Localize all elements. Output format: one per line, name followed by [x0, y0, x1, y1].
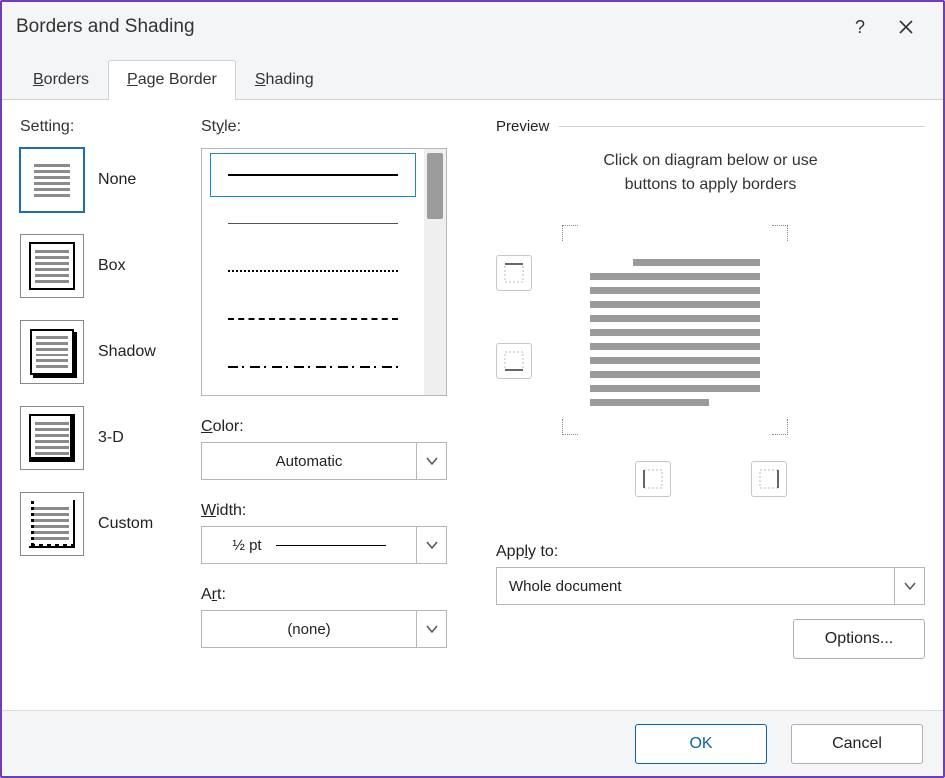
setting-shadow-icon	[20, 320, 84, 384]
setting-custom-label: Custom	[98, 515, 153, 533]
ok-button[interactable]: OK	[635, 724, 767, 764]
art-dropdown-button[interactable]	[416, 611, 446, 647]
apply-to-dropdown-button[interactable]	[894, 568, 924, 604]
width-value: ½ pt	[202, 537, 416, 554]
preview-corner-tl	[562, 225, 578, 241]
setting-column: Setting: None Box Shadow	[20, 118, 195, 702]
preview-label: Preview	[496, 118, 549, 135]
preview-corner-br	[772, 419, 788, 435]
apply-to-value: Whole document	[497, 578, 894, 595]
close-icon	[898, 19, 914, 35]
setting-box-icon	[20, 234, 84, 298]
help-button[interactable]: ?	[837, 5, 883, 49]
width-combo[interactable]: ½ pt	[201, 526, 447, 564]
chevron-down-icon	[904, 580, 916, 592]
options-button[interactable]: Options...	[793, 619, 925, 659]
dialog-body: Setting: None Box Shadow	[2, 100, 943, 710]
preview-rule	[559, 126, 925, 127]
apply-to-combo[interactable]: Whole document	[496, 567, 925, 605]
style-items	[202, 149, 424, 395]
toggle-top-border-button[interactable]	[496, 255, 532, 291]
art-label: Art:	[201, 586, 466, 604]
style-item-solid[interactable]	[210, 153, 416, 197]
tab-shading[interactable]: Shading	[236, 60, 333, 100]
cancel-button[interactable]: Cancel	[791, 724, 923, 764]
setting-custom[interactable]: Custom	[20, 492, 195, 556]
chevron-down-icon	[426, 539, 438, 551]
preview-side-buttons	[496, 255, 532, 379]
preview-page[interactable]	[552, 215, 798, 445]
toggle-bottom-border-button[interactable]	[496, 343, 532, 379]
setting-box-label: Box	[98, 257, 126, 275]
tab-borders[interactable]: Borders	[14, 60, 108, 100]
color-value: Automatic	[202, 453, 416, 470]
preview-bottom-buttons	[496, 461, 925, 497]
width-dropdown-button[interactable]	[416, 527, 446, 563]
setting-none-icon	[20, 148, 84, 212]
border-right-icon	[759, 469, 779, 489]
setting-none[interactable]: None	[20, 148, 195, 212]
tab-page-border[interactable]: Page Border	[108, 60, 236, 100]
toggle-right-border-button[interactable]	[751, 461, 787, 497]
setting-shadow[interactable]: Shadow	[20, 320, 195, 384]
color-dropdown-button[interactable]	[416, 443, 446, 479]
border-bottom-icon	[504, 351, 524, 371]
setting-3d-icon	[20, 406, 84, 470]
setting-3d-label: 3-D	[98, 429, 124, 447]
color-combo[interactable]: Automatic	[201, 442, 447, 480]
apply-to-section: Apply to: Whole document Options...	[496, 543, 925, 659]
preview-text-icon	[590, 259, 760, 406]
dialog-footer: OK Cancel	[2, 710, 943, 776]
style-item-dashed[interactable]	[210, 297, 416, 341]
dialog-title: Borders and Shading	[16, 16, 837, 38]
close-button[interactable]	[883, 5, 929, 49]
setting-label: Setting:	[20, 118, 195, 136]
style-label: Style:	[201, 118, 466, 136]
border-left-icon	[643, 469, 663, 489]
style-listbox[interactable]	[201, 148, 447, 396]
preview-head: Preview	[496, 118, 925, 135]
color-label: Color:	[201, 418, 466, 436]
chevron-down-icon	[426, 455, 438, 467]
width-label: Width:	[201, 502, 466, 520]
preview-column: Preview Click on diagram below or use bu…	[496, 118, 925, 702]
apply-to-label: Apply to:	[496, 543, 925, 561]
setting-custom-icon	[20, 492, 84, 556]
border-top-icon	[504, 263, 524, 283]
toggle-left-border-button[interactable]	[635, 461, 671, 497]
style-column: Style: Color: Automatic Width:	[201, 118, 466, 702]
tabstrip: Borders Page Border Shading	[2, 52, 943, 100]
chevron-down-icon	[426, 623, 438, 635]
setting-shadow-label: Shadow	[98, 343, 156, 361]
titlebar: Borders and Shading ?	[2, 2, 943, 52]
style-item-dotted[interactable]	[210, 249, 416, 293]
style-item-dashdot[interactable]	[210, 345, 416, 389]
setting-none-label: None	[98, 171, 136, 189]
art-combo[interactable]: (none)	[201, 610, 447, 648]
preview-area	[496, 215, 925, 445]
preview-corner-bl	[562, 419, 578, 435]
setting-box[interactable]: Box	[20, 234, 195, 298]
borders-and-shading-dialog: Borders and Shading ? Borders Page Borde…	[0, 0, 945, 778]
style-item-fine[interactable]	[210, 201, 416, 245]
setting-3d[interactable]: 3-D	[20, 406, 195, 470]
preview-hint: Click on diagram below or use buttons to…	[496, 149, 925, 197]
style-scrollbar[interactable]	[424, 149, 446, 395]
preview-corner-tr	[772, 225, 788, 241]
art-value: (none)	[202, 621, 416, 638]
